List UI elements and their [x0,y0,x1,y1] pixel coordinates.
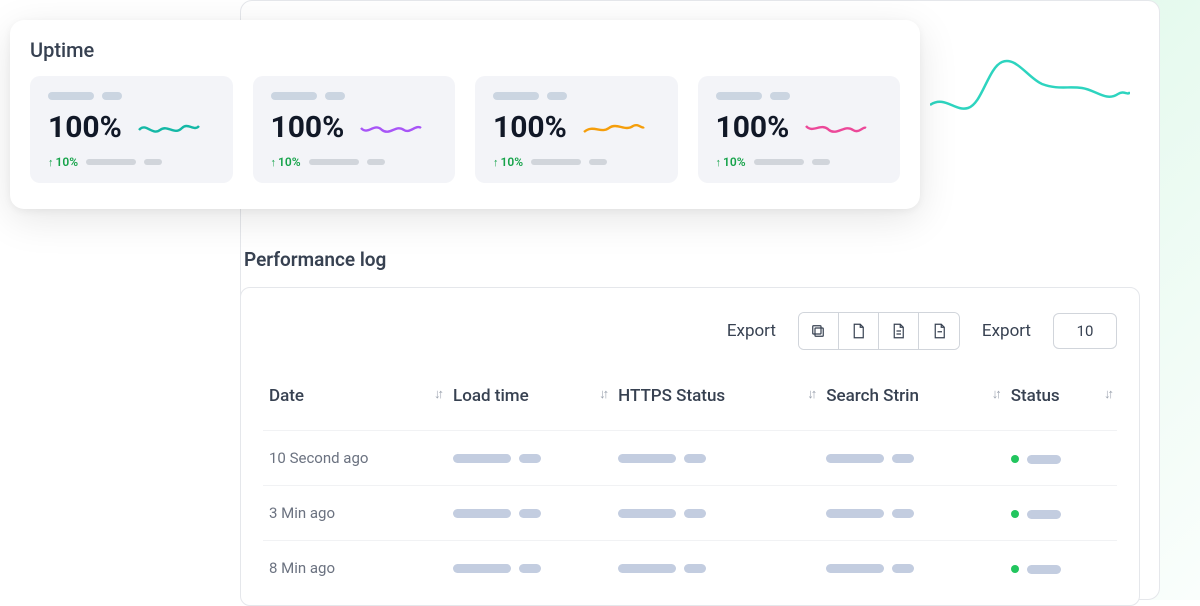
col-load-time[interactable]: Load time↓↑ [447,376,612,431]
table-row[interactable]: 8 Min ago [263,541,1117,596]
sparkline-icon [583,116,645,140]
sort-icon: ↓↑ [992,386,999,402]
overview-sparkline [930,50,1130,140]
col-status[interactable]: Status↓↑ [1005,376,1117,431]
status-dot-icon [1011,565,1019,573]
page-size-label: Export [982,321,1031,341]
delta-up: ↑10% [493,155,523,169]
arrow-up-icon: ↑ [271,156,277,169]
cell-date: 3 Min ago [263,486,447,541]
arrow-up-icon: ↑ [716,156,722,169]
uptime-tile[interactable]: 100% ↑10% [253,76,456,183]
performance-log-card: Export Export 10 [240,287,1140,606]
uptime-tile[interactable]: 100% ↑10% [698,76,901,183]
file-icon [849,322,867,340]
sort-icon: ↓↑ [434,386,441,402]
sparkline-icon [805,116,867,140]
sparkline-icon [360,116,422,140]
delta-up: ↑10% [716,155,746,169]
col-search-string[interactable]: Search Strin↓↑ [820,376,1004,431]
arrow-up-icon: ↑ [493,156,499,169]
export-copy-button[interactable] [799,313,839,349]
delta-up: ↑10% [271,155,301,169]
page-size-select[interactable]: 10 [1053,313,1117,349]
delta-up: ↑10% [48,155,78,169]
export-label: Export [727,321,776,341]
sort-icon: ↓↑ [599,386,606,402]
uptime-tile[interactable]: 100% ↑10% [30,76,233,183]
uptime-value: 100% [716,110,790,145]
uptime-title: Uptime [30,38,900,62]
performance-log-title: Performance log [244,248,1160,271]
uptime-card: Uptime 100% ↑10% 100% [10,20,920,209]
document-icon [889,322,907,340]
uptime-tile[interactable]: 100% ↑10% [475,76,678,183]
export-file-button[interactable] [839,313,879,349]
copy-icon [809,322,827,340]
performance-table: Date↓↑ Load time↓↑ HTTPS Status↓↑ Search… [263,376,1117,595]
uptime-value: 100% [493,110,567,145]
performance-log-section: Performance log Export Export 10 [240,248,1160,606]
export-sheet-button[interactable] [919,313,959,349]
arrow-up-icon: ↑ [48,156,54,169]
uptime-value: 100% [271,110,345,145]
status-dot-icon [1011,455,1019,463]
sparkline-icon [138,116,200,140]
export-format-group [798,312,960,350]
export-doc-button[interactable] [879,313,919,349]
col-date[interactable]: Date↓↑ [263,376,447,431]
uptime-value: 100% [48,110,122,145]
table-row[interactable]: 10 Second ago [263,431,1117,486]
spreadsheet-icon [930,322,948,340]
cell-date: 8 Min ago [263,541,447,596]
table-toolbar: Export Export 10 [263,312,1117,350]
sort-icon: ↓↑ [807,386,814,402]
col-https-status[interactable]: HTTPS Status↓↑ [612,376,820,431]
sort-icon: ↓↑ [1104,386,1111,402]
uptime-tiles: 100% ↑10% 100% ↑10% [30,76,900,183]
cell-date: 10 Second ago [263,431,447,486]
table-row[interactable]: 3 Min ago [263,486,1117,541]
status-dot-icon [1011,510,1019,518]
